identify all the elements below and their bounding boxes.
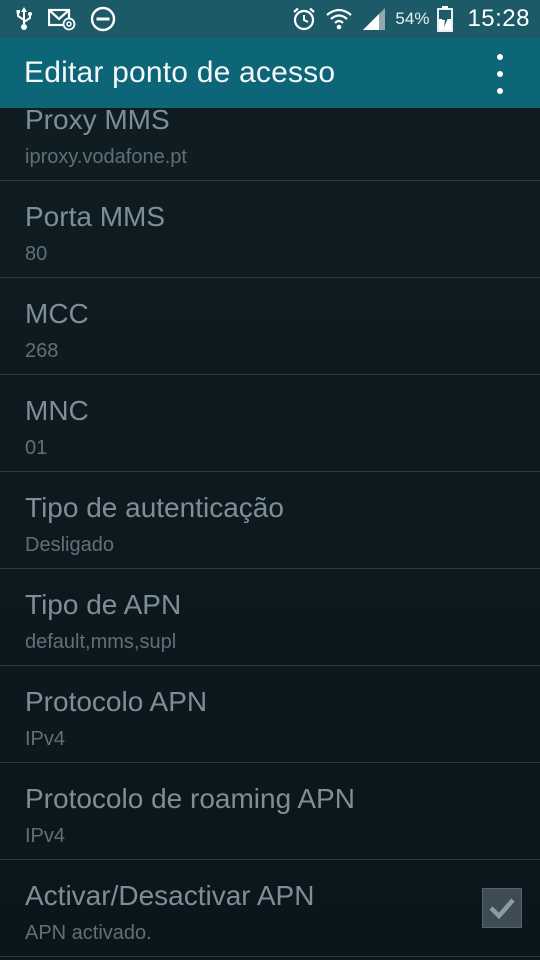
setting-value: default,mms,supl — [25, 631, 177, 653]
setting-value: 80 — [25, 243, 48, 265]
status-bar: 54% 15:28 — [0, 0, 540, 38]
setting-title: MNC — [25, 395, 89, 426]
setting-row-mcc[interactable]: MCC 268 — [0, 278, 540, 375]
setting-row-mnc[interactable]: MNC 01 — [0, 375, 540, 472]
signal-icon — [361, 6, 387, 32]
setting-row-apn-toggle[interactable]: Activar/Desactivar APN APN activado. — [0, 860, 540, 957]
page-title: Editar ponto de acesso — [24, 56, 336, 89]
overflow-dot — [497, 71, 503, 77]
setting-title: Activar/Desactivar APN — [25, 880, 315, 911]
battery-percent: 54% — [395, 9, 430, 28]
clock-time: 15:28 — [467, 5, 530, 32]
apn-enabled-checkbox[interactable] — [482, 888, 522, 928]
checkmark-icon — [489, 898, 515, 920]
status-bar-left — [14, 6, 116, 32]
mail-sync-icon — [48, 7, 76, 31]
setting-row-apn-protocol[interactable]: Protocolo APN IPv4 — [0, 666, 540, 763]
setting-row-proxy-mms[interactable]: Proxy MMS iproxy.vodafone.pt — [0, 108, 540, 181]
app-bar: Editar ponto de acesso — [0, 38, 540, 109]
setting-title: Porta MMS — [25, 201, 166, 232]
setting-value: IPv4 — [25, 825, 66, 847]
setting-row-roaming-protocol[interactable]: Protocolo de roaming APN IPv4 — [0, 763, 540, 860]
wifi-icon — [325, 6, 353, 32]
overflow-menu-icon[interactable] — [490, 54, 510, 94]
usb-icon — [14, 6, 34, 32]
setting-row-apn-type[interactable]: Tipo de APN default,mms,supl — [0, 569, 540, 666]
setting-value: Desligado — [25, 534, 114, 556]
setting-title: MCC — [25, 298, 89, 329]
setting-row-auth-type[interactable]: Tipo de autenticação Desligado — [0, 472, 540, 569]
overflow-dot — [497, 88, 503, 94]
setting-title: Proxy MMS — [25, 108, 170, 135]
setting-value: IPv4 — [25, 728, 66, 750]
setting-title: Tipo de APN — [25, 589, 182, 620]
setting-title: Protocolo APN — [25, 686, 208, 717]
setting-value: 268 — [25, 340, 59, 362]
settings-list: Proxy MMS iproxy.vodafone.pt Porta MMS 8… — [0, 108, 540, 960]
setting-title: Protocolo de roaming APN — [25, 783, 355, 814]
setting-row-porta-mms[interactable]: Porta MMS 80 — [0, 181, 540, 278]
battery-icon — [437, 6, 454, 32]
overflow-dot — [497, 54, 503, 60]
status-bar-right: 54% 15:28 — [291, 5, 530, 32]
setting-title: Tipo de autenticação — [25, 492, 284, 523]
setting-value: iproxy.vodafone.pt — [25, 146, 187, 168]
setting-value: 01 — [25, 437, 48, 459]
setting-value: APN activado. — [25, 922, 152, 944]
alarm-icon — [291, 6, 317, 32]
do-not-disturb-icon — [90, 6, 116, 32]
